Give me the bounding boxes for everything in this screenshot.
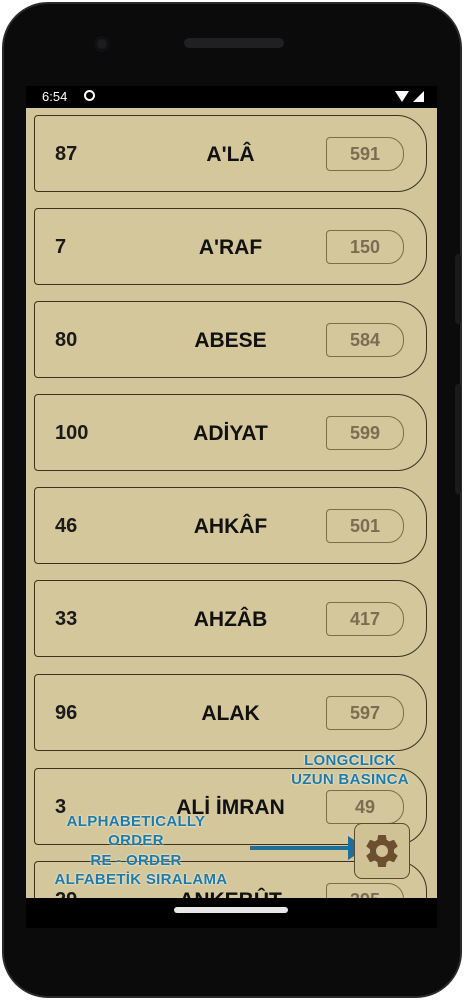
gear-icon [366, 835, 398, 867]
hint-alphabetical-tr: ALFABETİK SIRALAMA [54, 871, 228, 888]
sura-page: 591 [326, 137, 404, 171]
arrow-right-icon [250, 846, 352, 850]
hint-alphabetical-en: ALPHABETICALLY [66, 813, 206, 830]
sura-card[interactable]: 7 A'RAF 150 [34, 208, 427, 285]
sura-page: 417 [326, 602, 404, 636]
front-camera [94, 36, 110, 52]
sura-page: 599 [326, 416, 404, 450]
earpiece-speaker [184, 38, 284, 48]
signal-icon [413, 91, 424, 102]
sura-card[interactable]: 33 AHZÂB 417 [34, 580, 427, 657]
power-button [455, 254, 461, 324]
hint-longclick-tr: UZUN BASINCA [291, 771, 409, 788]
sura-page: 150 [326, 230, 404, 264]
sura-page: 584 [326, 323, 404, 357]
status-bar: 6:54 [26, 86, 437, 108]
hint-reorder: RE - ORDER [90, 852, 182, 869]
wifi-icon [395, 91, 409, 102]
sura-page: 501 [326, 509, 404, 543]
sura-card[interactable]: 87 A'LÂ 591 [34, 115, 427, 192]
notification-icon [84, 90, 95, 101]
app-screen: 6:54 87 A'LÂ 591 7 A'RAF 150 80 ABESE 58… [26, 86, 437, 898]
sura-card[interactable]: 80 ABESE 584 [34, 301, 427, 378]
home-gesture-pill[interactable] [174, 907, 288, 913]
navigation-bar [26, 898, 437, 928]
status-time: 6:54 [42, 89, 68, 104]
sura-page: 395 [326, 883, 404, 898]
sura-card[interactable]: 96 ALAK 597 [34, 674, 427, 751]
hint-longclick-en: LONGCLICK [304, 752, 396, 769]
sura-card[interactable]: 100 ADİYAT 599 [34, 394, 427, 471]
volume-button [455, 384, 461, 494]
settings-button[interactable] [354, 823, 410, 879]
sura-card[interactable]: 46 AHKÂF 501 [34, 487, 427, 564]
sura-page: 597 [326, 696, 404, 730]
sura-page: 49 [326, 790, 404, 824]
hint-order-en: ORDER [108, 832, 164, 849]
